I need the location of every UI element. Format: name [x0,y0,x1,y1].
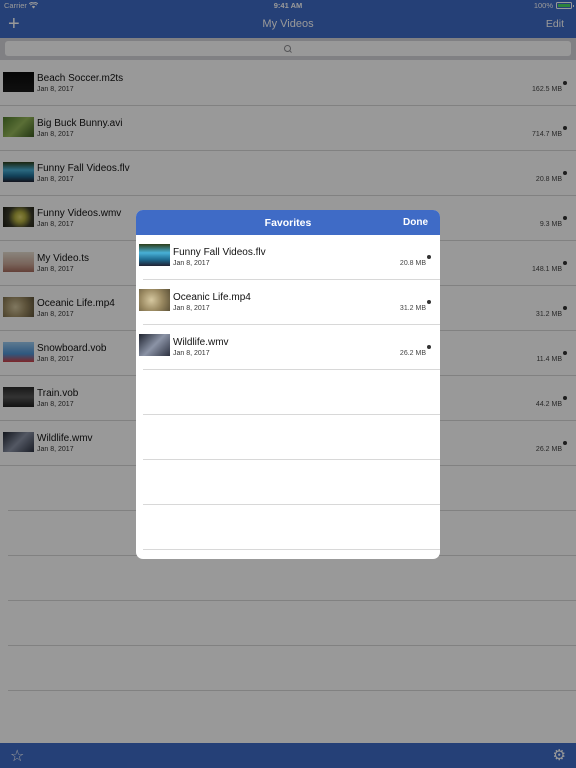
video-date: Jan 8, 2017 [173,260,210,267]
video-size: 31.2 MB [399,305,426,312]
video-thumbnail [139,244,170,266]
empty-row [143,415,440,460]
done-button[interactable]: Done [403,217,428,228]
favorite-item[interactable]: Oceanic Life.mp4 Jan 8, 2017 31.2 MB [139,280,440,325]
video-size: 20.8 MB [399,260,426,267]
video-name: Oceanic Life.mp4 [173,292,251,303]
status-dot-icon [427,255,431,259]
modal-title: Favorites [264,217,312,229]
favorite-item[interactable]: Wildlife.wmv Jan 8, 2017 26.2 MB [139,325,440,370]
favorite-item[interactable]: Funny Fall Videos.flv Jan 8, 2017 20.8 M… [139,235,440,280]
status-dot-icon [427,300,431,304]
video-name: Wildlife.wmv [173,337,229,348]
favorites-modal: Favorites Done Funny Fall Videos.flv Jan… [136,210,440,559]
empty-row [143,460,440,505]
video-name: Funny Fall Videos.flv [173,247,266,258]
modal-header: Favorites Done [136,210,440,235]
empty-row [143,370,440,415]
video-thumbnail [139,334,170,356]
video-thumbnail [139,289,170,311]
video-date: Jan 8, 2017 [173,350,210,357]
video-size: 26.2 MB [399,350,426,357]
video-date: Jan 8, 2017 [173,305,210,312]
status-dot-icon [427,345,431,349]
empty-row [143,505,440,550]
